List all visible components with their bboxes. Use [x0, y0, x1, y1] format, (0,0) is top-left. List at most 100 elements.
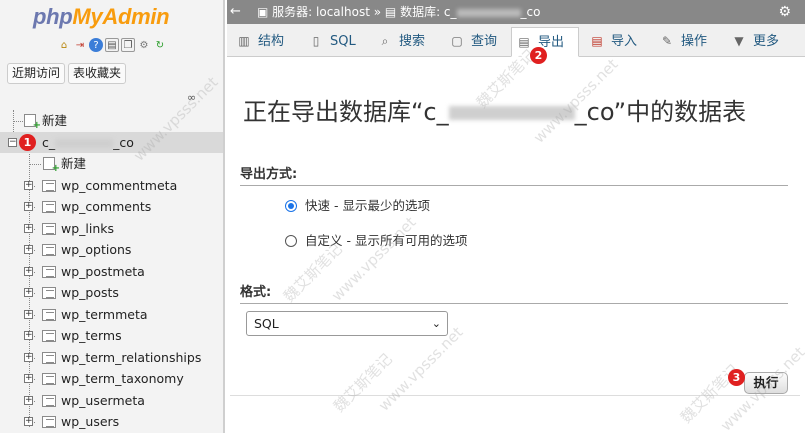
back-arrow-icon[interactable]: ← — [230, 0, 241, 24]
table-icon — [42, 265, 56, 278]
radio-custom[interactable] — [285, 235, 297, 247]
expand-icon[interactable]: + — [24, 180, 33, 190]
copy-icon[interactable]: ❐ — [121, 38, 135, 52]
tab-query[interactable]: ▢ 查询 — [445, 27, 511, 57]
marker-2: 2 — [530, 47, 547, 64]
favorites-button[interactable]: 表收藏夹 — [68, 63, 127, 84]
recent-button[interactable]: 近期访问 — [7, 63, 66, 84]
expand-icon[interactable]: + — [24, 374, 33, 383]
new-icon — [43, 157, 60, 174]
table-list: + wp_commentmeta + wp_comments + wp_links + wp_… — [0, 175, 223, 433]
table-icon — [42, 179, 56, 192]
expand-icon[interactable]: + — [24, 417, 33, 426]
quick-option-label: 快速 - 显示最少的选项 — [305, 198, 430, 213]
tree-new-server[interactable]: 新建 — [0, 110, 223, 132]
format-selected: SQL — [254, 316, 279, 331]
redacted-text — [456, 8, 521, 17]
structure-icon: ▥ — [238, 34, 250, 48]
table-icon — [42, 244, 56, 256]
tree-table-item[interactable]: + wp_commentmeta — [0, 175, 223, 197]
table-icon — [42, 201, 56, 213]
chevron-down-icon: ▼ — [734, 34, 744, 48]
redacted-text — [448, 106, 575, 120]
search-icon: ⌕ — [381, 34, 389, 48]
table-name: wp_term_taxonomy — [61, 371, 184, 386]
tree-table-item[interactable]: + wp_term_taxonomy — [0, 368, 223, 390]
tab-import[interactable]: ▤ 导入 — [585, 27, 651, 57]
help-icon[interactable]: ? — [89, 38, 103, 52]
tree-table-item[interactable]: + wp_users — [0, 411, 223, 433]
collapse-icon[interactable]: − — [8, 137, 17, 147]
import-icon: ▤ — [591, 34, 603, 48]
table-name: wp_term_relationships — [61, 349, 202, 365]
expand-icon[interactable]: + — [24, 288, 33, 297]
page-title: 正在导出数据库“c_ _co”中的数据表 — [243, 98, 747, 126]
tree-db-new[interactable]: 新建 — [0, 153, 223, 175]
tab-more[interactable]: ▼ 更多 — [727, 27, 789, 57]
table-name: wp_users — [61, 414, 120, 429]
docs-icon[interactable]: ▤ — [105, 38, 119, 52]
expand-icon[interactable]: + — [24, 266, 33, 276]
gear-icon[interactable]: ⚙ — [137, 38, 151, 52]
logout-icon[interactable]: ⇥ — [73, 38, 87, 52]
query-icon: ▢ — [451, 34, 463, 48]
table-icon — [42, 287, 56, 299]
table-name: wp_commentmeta — [61, 177, 178, 193]
marker-1: 1 — [19, 134, 36, 151]
tree-table-item[interactable]: + wp_termmeta — [0, 304, 223, 326]
format-select[interactable]: SQL ⌄ — [246, 311, 448, 336]
link-icon[interactable]: ∞ — [187, 91, 196, 104]
logo-myadmin-text: MyAdmin — [72, 4, 170, 29]
tree-table-item[interactable]: + wp_usermeta — [0, 390, 223, 412]
custom-option[interactable]: 自定义 - 显示所有可用的选项 — [285, 230, 467, 249]
divider — [230, 395, 800, 396]
radio-quick[interactable] — [285, 200, 297, 212]
tab-sql[interactable]: ▯ SQL — [304, 27, 368, 57]
tree-table-item[interactable]: + wp_postmeta — [0, 261, 223, 283]
server-icon: ▣ — [257, 5, 269, 19]
expand-icon[interactable]: + — [24, 309, 33, 319]
settings-gear-icon[interactable]: ⚙ — [778, 0, 791, 24]
db-new-label: 新建 — [61, 156, 87, 171]
table-icon — [42, 222, 56, 235]
home-icon[interactable]: ⌂ — [57, 38, 71, 52]
tree-table-item[interactable]: + wp_term_relationships — [0, 347, 223, 369]
database-name: c_ _co — [42, 134, 134, 150]
tab-operations[interactable]: ✎ 操作 — [655, 27, 723, 57]
table-name: wp_links — [61, 220, 115, 236]
phpmyadmin-logo[interactable]: phpMyAdmin — [33, 4, 170, 30]
expand-icon[interactable]: + — [24, 202, 33, 211]
tab-structure[interactable]: ▥ 结构 — [232, 27, 299, 57]
table-name: wp_usermeta — [61, 392, 145, 408]
tree-table-item[interactable]: + wp_options — [0, 239, 223, 261]
table-name: wp_options — [61, 242, 132, 257]
export-method-heading: 导出方式: — [240, 163, 788, 186]
new-icon — [24, 114, 41, 131]
reload-icon[interactable]: ↻ — [153, 38, 167, 52]
expand-icon[interactable]: + — [24, 331, 33, 340]
expand-icon[interactable]: + — [24, 245, 33, 254]
quick-option[interactable]: 快速 - 显示最少的选项 — [285, 195, 430, 214]
table-name: wp_postmeta — [61, 263, 145, 279]
tree-table-item[interactable]: + wp_links — [0, 218, 223, 240]
expand-icon[interactable]: + — [24, 223, 33, 233]
tree-table-item[interactable]: + wp_posts — [0, 282, 223, 304]
breadcrumb-server[interactable]: 服务器: localhost » — [272, 5, 381, 19]
table-name: wp_terms — [61, 328, 122, 343]
tree-new-label: 新建 — [42, 113, 68, 128]
sql-icon: ▯ — [312, 34, 320, 48]
tree-table-item[interactable]: + wp_comments — [0, 196, 223, 218]
chevron-down-icon: ⌄ — [431, 317, 441, 330]
expand-icon[interactable]: + — [24, 352, 33, 362]
table-icon — [42, 308, 56, 321]
breadcrumb-database[interactable]: 数据库: c_ _co — [400, 5, 540, 19]
database-icon: ▤ — [384, 5, 397, 19]
go-button[interactable]: 执行 — [744, 372, 788, 394]
wrench-icon: ✎ — [661, 34, 673, 48]
table-icon — [42, 373, 56, 385]
watermark-cn: 魏艾斯笔记 — [329, 349, 396, 416]
table-name: wp_comments — [61, 199, 152, 214]
tree-table-item[interactable]: + wp_terms — [0, 325, 223, 347]
tab-search[interactable]: ⌕ 搜索 — [373, 27, 441, 57]
expand-icon[interactable]: + — [24, 395, 33, 405]
